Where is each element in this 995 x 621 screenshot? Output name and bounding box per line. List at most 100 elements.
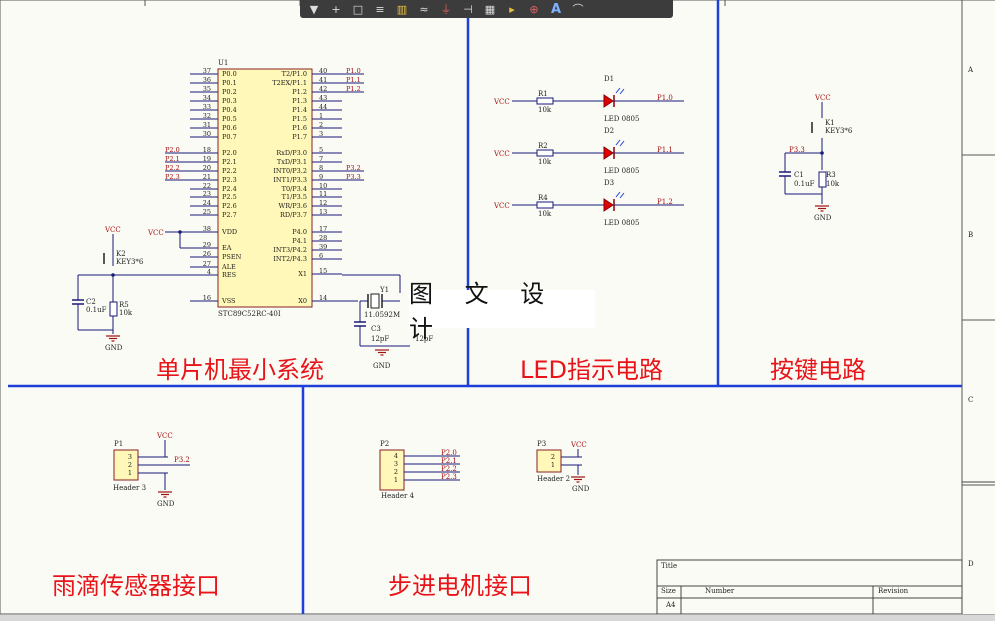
led-light-icon [615, 87, 621, 94]
net-label: P2.0 [165, 146, 180, 154]
resistor-r3 [818, 171, 827, 188]
pin-number: 22 [203, 182, 211, 190]
pin-number: 3 [394, 460, 398, 468]
bus-icon[interactable]: ≈ [416, 2, 432, 16]
gnd-label: GND [157, 500, 175, 508]
part-value: 0.1uF [794, 180, 815, 188]
designator: P1 [114, 440, 123, 448]
pin-name: X1 [298, 270, 307, 278]
netlabel-icon[interactable]: ⊣ [460, 2, 476, 16]
junction [178, 230, 182, 234]
net-label: P2.3 [165, 173, 180, 181]
pin-number: 40 [319, 67, 327, 75]
pin-name: P0.2 [222, 88, 237, 96]
pin-name: RxD/P3.0 [276, 149, 307, 157]
component-icon[interactable]: ▥ [394, 2, 410, 16]
designator: K1 [825, 119, 835, 127]
part-value: 12pF [371, 335, 389, 343]
select-rect-icon[interactable]: □ [350, 2, 366, 16]
horizontal-scrollbar[interactable] [0, 614, 995, 621]
title-block-revision: Revision [878, 587, 909, 595]
pin-number: 34 [203, 94, 211, 102]
pin-name: P1.5 [292, 115, 307, 123]
vcc-label: VCC [493, 202, 510, 210]
pin-name: P2.0 [222, 149, 237, 157]
pin-number: 32 [203, 112, 211, 120]
pin-name: T2EX/P1.1 [272, 79, 307, 87]
mcu-part-number: STC89C52RC-40I [218, 310, 281, 318]
section-title-mcu: 单片机最小系统 [156, 356, 324, 384]
border-letter: B [968, 231, 973, 239]
pin-name: INT0/P3.2 [273, 167, 307, 175]
part-value: LED 0805 [604, 219, 639, 227]
part-value: 11.0592M [364, 311, 400, 319]
vcc-label: VCC [814, 94, 831, 102]
pin-number: 37 [203, 67, 211, 75]
pin-number: 17 [319, 225, 327, 233]
pin-number: 8 [319, 164, 323, 172]
pin-number: 6 [319, 252, 323, 260]
net-label: P3.2 [174, 456, 190, 464]
gnd-label: GND [814, 214, 832, 222]
pin-number: 2 [551, 453, 555, 461]
designator: R4 [538, 194, 548, 202]
pin-name: P0.4 [222, 106, 237, 114]
pin-name: P1.7 [292, 133, 307, 141]
net-label: P1.0 [346, 67, 361, 75]
pin-name: P2.3 [222, 176, 237, 184]
part-value: KEY3*6 [825, 127, 853, 135]
ground-icon[interactable]: ⏚ [438, 2, 454, 16]
pin-number: 28 [319, 234, 327, 242]
pin-number: 7 [319, 155, 323, 163]
power-port-icon[interactable]: ⊕ [526, 2, 542, 16]
arc-icon[interactable]: ⌒ [570, 2, 586, 16]
part-value: LED 0805 [604, 115, 639, 123]
part-value: KEY3*6 [116, 258, 144, 266]
designator: C1 [794, 171, 804, 179]
pin-number: 42 [319, 85, 327, 93]
text-icon[interactable]: A [548, 2, 564, 17]
schematic-canvas[interactable]: A B C D U1 STC89C52RC-40I 37 P0.0 36 P0.1 35 P0.2 34… [0, 0, 995, 621]
gnd-label: GND [105, 344, 123, 352]
pin-name: PSEN [222, 253, 242, 261]
diode-icon[interactable]: ▸ [504, 2, 520, 16]
plus-icon[interactable]: + [328, 2, 344, 16]
resistor [536, 201, 554, 209]
designator: K2 [116, 250, 126, 258]
net-label: P1.1 [657, 146, 673, 154]
designator: Y1 [379, 286, 389, 294]
align-icon[interactable]: ≡ [372, 2, 388, 16]
pin-number: 10 [319, 182, 327, 190]
pin-number: 26 [203, 250, 211, 258]
pin-name: P2.4 [222, 185, 237, 193]
part-value: 10k [538, 106, 552, 114]
pin-number: 4 [394, 452, 398, 460]
vcc-label: VCC [104, 226, 121, 234]
pin-number: 2 [394, 468, 398, 476]
overlay-title: 图 文 设 计 [409, 280, 595, 343]
header-p3 [536, 449, 562, 473]
pin-name: TxD/P3.1 [277, 158, 307, 166]
part-icon[interactable]: ▦ [482, 2, 498, 16]
filter-icon[interactable]: ▼ [306, 2, 322, 16]
section-title-rain-sensor: 雨滴传感器接口 [52, 572, 220, 600]
part-value: 10k [826, 180, 840, 188]
border-letter: C [968, 396, 973, 404]
net-label: P1.2 [657, 198, 673, 206]
designator: C2 [86, 298, 96, 306]
net-label: P1.2 [346, 85, 361, 93]
pin-number: 3 [319, 130, 323, 138]
pin-name: P0.5 [222, 115, 237, 123]
resistor-r5 [109, 301, 118, 317]
pin-number: 1 [128, 469, 132, 477]
net-label: P1.1 [346, 76, 361, 84]
header-p2 [379, 449, 405, 491]
pin-name: P0.6 [222, 124, 237, 132]
title-block-title: Title [661, 562, 677, 570]
led-light-icon [619, 140, 625, 147]
designator: P3 [537, 440, 546, 448]
header-p1 [113, 449, 139, 481]
pin-name: P2.2 [222, 167, 237, 175]
pin-name: P4.1 [292, 237, 307, 245]
pin-number: 33 [203, 103, 211, 111]
